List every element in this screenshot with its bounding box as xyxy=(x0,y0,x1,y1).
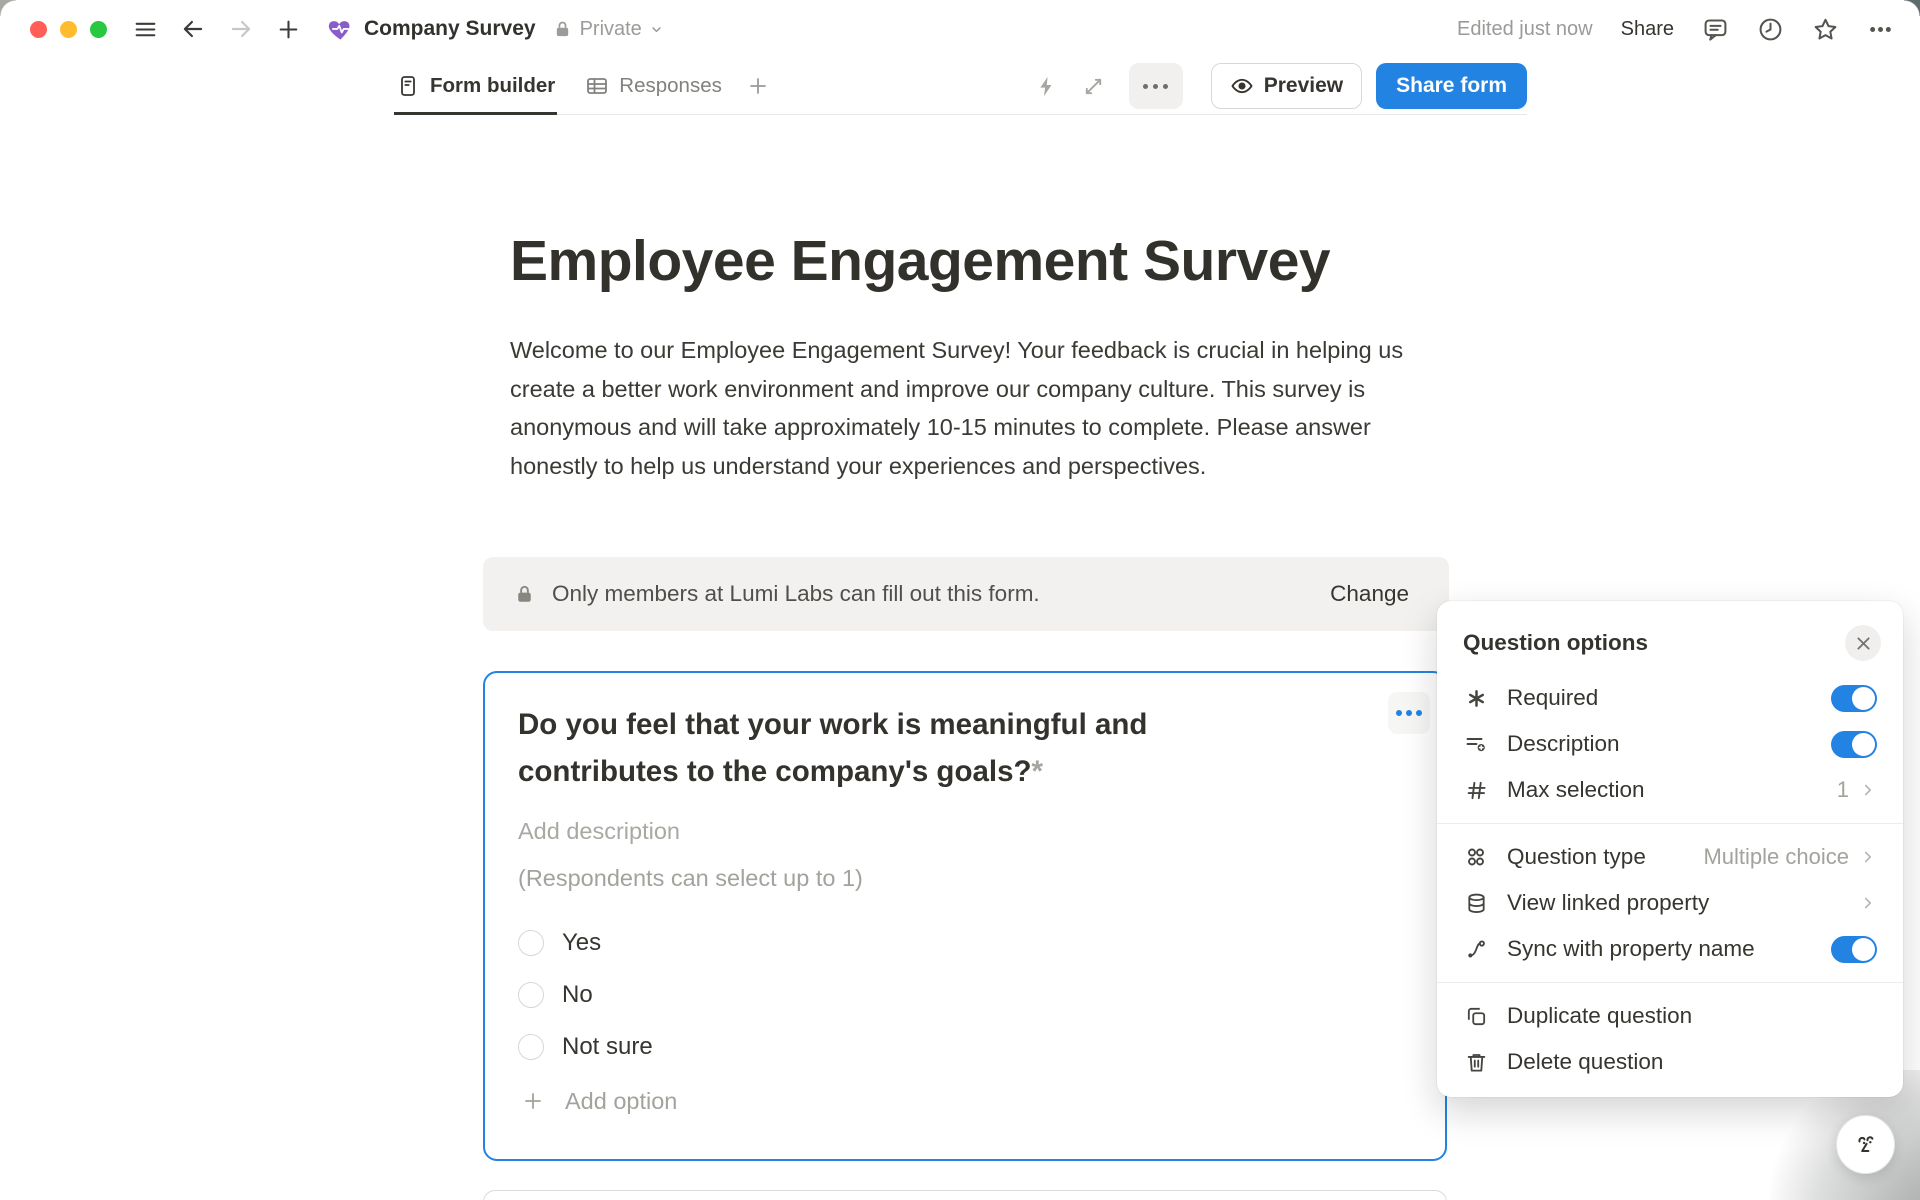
share-button[interactable]: Share xyxy=(1621,18,1674,41)
expand-icon[interactable] xyxy=(1082,75,1105,98)
trash-icon xyxy=(1463,1051,1489,1074)
sidebar-menu-icon[interactable] xyxy=(133,17,158,42)
max-selection-value: 1 xyxy=(1837,777,1849,803)
titlebar: Company Survey Private Edited just now S… xyxy=(0,0,1920,58)
selection-hint: (Respondents can select up to 1) xyxy=(518,865,1409,892)
description-toggle[interactable] xyxy=(1831,731,1877,758)
tab-form-builder[interactable]: Form builder xyxy=(394,59,557,115)
question-type-grid-icon xyxy=(1463,845,1489,869)
popup-divider xyxy=(1437,823,1903,824)
responses-table-icon xyxy=(585,74,609,98)
edited-timestamp: Edited just now xyxy=(1457,18,1593,41)
minimize-window-button[interactable] xyxy=(60,21,77,38)
popup-divider xyxy=(1437,982,1903,983)
preview-button[interactable]: Preview xyxy=(1211,63,1362,109)
lock-icon xyxy=(513,583,536,606)
description-lines-icon xyxy=(1463,732,1489,756)
new-tab-plus-icon[interactable] xyxy=(276,17,301,42)
add-view-plus-icon[interactable] xyxy=(746,74,770,98)
options-list: Yes No Not sure xyxy=(518,917,1409,1073)
close-window-button[interactable] xyxy=(30,21,47,38)
tab-responses[interactable]: Responses xyxy=(583,59,724,115)
sync-toggle[interactable] xyxy=(1831,936,1877,963)
question-options-button[interactable] xyxy=(1388,692,1430,734)
option-row-yes[interactable]: Yes xyxy=(518,917,1409,969)
notion-ai-button[interactable] xyxy=(1836,1115,1895,1174)
popup-title: Question options xyxy=(1463,630,1648,656)
sync-curve-icon xyxy=(1463,938,1489,961)
chevron-right-icon xyxy=(1859,848,1877,866)
change-access-button[interactable]: Change xyxy=(1330,581,1409,607)
lock-icon xyxy=(552,19,573,40)
option-row-not-sure[interactable]: Not sure xyxy=(518,1021,1409,1073)
question-title[interactable]: Do you feel that your work is meaningful… xyxy=(518,701,1218,795)
chevron-right-icon xyxy=(1859,894,1877,912)
ai-face-icon xyxy=(1849,1128,1883,1162)
question-card[interactable]: Do you feel that your work is meaningful… xyxy=(483,671,1447,1161)
document-title[interactable]: Company Survey xyxy=(364,17,536,41)
automation-lightning-icon[interactable] xyxy=(1035,75,1058,98)
popup-row-view-linked-property[interactable]: View linked property xyxy=(1437,880,1903,926)
popup-row-duplicate-question[interactable]: Duplicate question xyxy=(1437,993,1903,1039)
form-builder-icon xyxy=(396,74,420,98)
plus-icon xyxy=(521,1089,545,1113)
required-asterisk: * xyxy=(1032,755,1043,788)
toolbar-more-button[interactable] xyxy=(1129,63,1183,109)
add-option-button[interactable]: Add option xyxy=(518,1075,1409,1127)
chevron-down-icon xyxy=(649,22,664,37)
view-toolbar: Form builder Responses Preview Share for… xyxy=(394,58,1527,115)
comments-icon[interactable] xyxy=(1702,16,1729,43)
popup-row-required[interactable]: Required xyxy=(1437,675,1903,721)
privacy-dropdown[interactable]: Private xyxy=(552,18,664,41)
zoom-window-button[interactable] xyxy=(90,21,107,38)
popup-row-max-selection[interactable]: Max selection 1 xyxy=(1437,767,1903,813)
access-banner-text: Only members at Lumi Labs can fill out t… xyxy=(552,581,1040,607)
radio-circle-icon[interactable] xyxy=(518,982,544,1008)
back-arrow-icon[interactable] xyxy=(180,16,206,42)
eye-icon xyxy=(1230,74,1254,98)
history-clock-icon[interactable] xyxy=(1757,16,1784,43)
popup-row-delete-question[interactable]: Delete question xyxy=(1437,1039,1903,1085)
duplicate-copy-icon xyxy=(1463,1005,1489,1028)
option-row-no[interactable]: No xyxy=(518,969,1409,1021)
asterisk-icon xyxy=(1463,687,1489,710)
required-toggle[interactable] xyxy=(1831,685,1877,712)
hash-icon xyxy=(1463,779,1489,802)
page-title: Employee Engagement Survey xyxy=(510,228,1430,294)
question-type-value: Multiple choice xyxy=(1703,844,1849,870)
radio-circle-icon[interactable] xyxy=(518,930,544,956)
popup-row-description[interactable]: Description xyxy=(1437,721,1903,767)
radio-circle-icon[interactable] xyxy=(518,1034,544,1060)
share-form-button[interactable]: Share form xyxy=(1376,63,1527,109)
popup-row-sync-property-name[interactable]: Sync with property name xyxy=(1437,926,1903,972)
form-description: Welcome to our Employee Engagement Surve… xyxy=(510,331,1422,485)
forward-arrow-icon[interactable] xyxy=(228,16,254,42)
question-options-popup: Question options Required Description Ma… xyxy=(1437,601,1903,1097)
more-ellipsis-icon[interactable] xyxy=(1867,16,1894,43)
favorite-star-icon[interactable] xyxy=(1812,16,1839,43)
traffic-lights xyxy=(30,21,107,38)
add-description-placeholder[interactable]: Add description xyxy=(518,818,1409,845)
page-heart-pulse-icon xyxy=(327,16,354,43)
database-icon xyxy=(1463,892,1489,915)
chevron-right-icon xyxy=(1859,781,1877,799)
close-icon[interactable] xyxy=(1845,625,1881,661)
next-question-card-edge xyxy=(483,1190,1447,1200)
popup-row-question-type[interactable]: Question type Multiple choice xyxy=(1437,834,1903,880)
access-banner: Only members at Lumi Labs can fill out t… xyxy=(483,557,1449,631)
